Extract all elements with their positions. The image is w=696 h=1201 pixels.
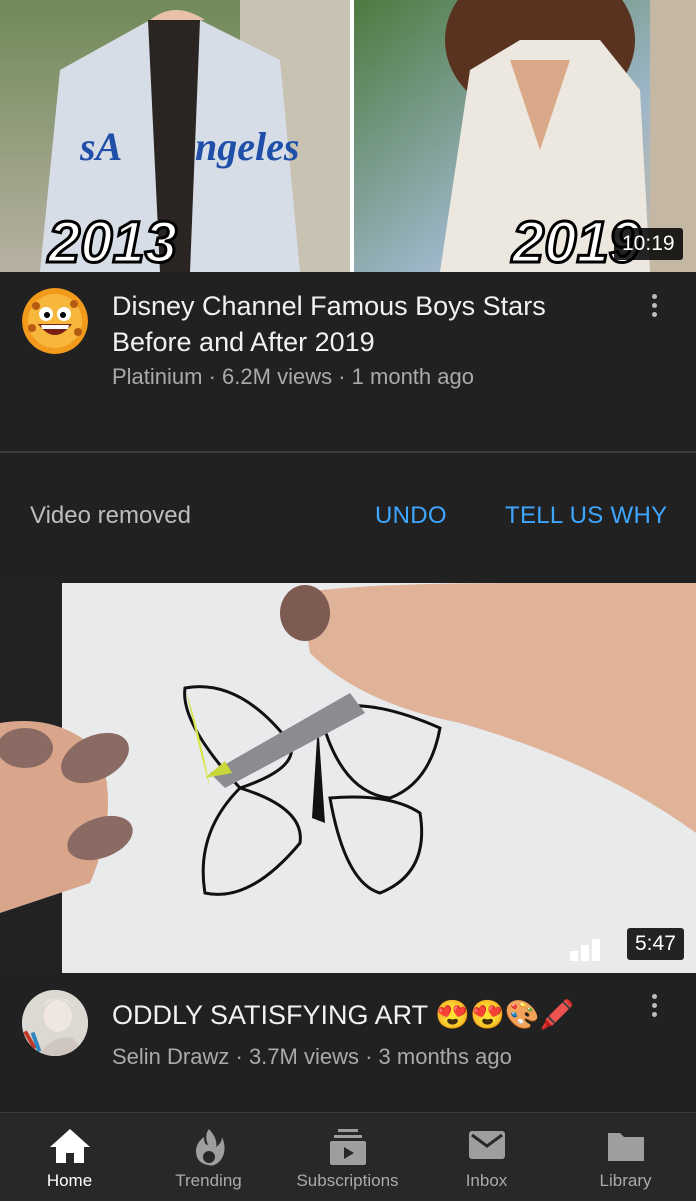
nav-home[interactable]: Home bbox=[0, 1113, 139, 1201]
svg-text:ngeles: ngeles bbox=[195, 124, 299, 169]
video-title[interactable]: ODDLY SATISFYING ART 😍😍🎨🖍️ bbox=[112, 997, 632, 1033]
undo-button[interactable]: UNDO bbox=[375, 502, 447, 530]
view-count: 6.2M views bbox=[222, 364, 333, 389]
smiley-face-icon bbox=[22, 288, 88, 354]
home-icon bbox=[49, 1129, 90, 1163]
view-count: 3.7M views bbox=[248, 1044, 359, 1069]
video-thumbnail-disney[interactable]: sA ngeles 2013 2019 10:19 bbox=[0, 0, 696, 272]
svg-text:sA: sA bbox=[79, 124, 122, 169]
tell-us-why-button[interactable]: TELL US WHY bbox=[505, 502, 667, 530]
nav-label: Home bbox=[46, 1171, 93, 1190]
thumbnail-image-art bbox=[0, 583, 696, 973]
bottom-navigation: Home Trending Subscriptions Inbox Librar… bbox=[0, 1112, 696, 1201]
folder-icon bbox=[607, 1133, 644, 1161]
more-options-icon[interactable] bbox=[652, 994, 662, 1021]
more-options-icon[interactable] bbox=[652, 294, 662, 321]
flame-icon bbox=[195, 1129, 225, 1166]
nav-label: Trending bbox=[175, 1171, 242, 1190]
nav-label: Subscriptions bbox=[296, 1171, 399, 1190]
thumbnail-year-left: 2013 bbox=[47, 210, 177, 272]
video-metadata: Selin Drawz · 3.7M views · 3 months ago bbox=[112, 1044, 512, 1070]
nav-label: Library bbox=[599, 1171, 652, 1190]
subscriptions-icon bbox=[329, 1129, 366, 1165]
upload-age: 1 month ago bbox=[351, 364, 474, 389]
nav-label: Inbox bbox=[465, 1171, 508, 1190]
nav-library[interactable]: Library bbox=[556, 1113, 695, 1201]
video-duration: 5:47 bbox=[627, 928, 684, 960]
meta-separator: · bbox=[229, 1044, 249, 1069]
nav-inbox[interactable]: Inbox bbox=[417, 1113, 556, 1201]
video-title-text: ODDLY SATISFYING ART bbox=[112, 1000, 428, 1030]
nav-trending[interactable]: Trending bbox=[139, 1113, 278, 1201]
signal-bars-icon bbox=[570, 935, 608, 961]
channel-avatar[interactable] bbox=[22, 990, 88, 1056]
thumbnail-image-disney: sA ngeles 2013 2019 bbox=[0, 0, 696, 272]
nav-subscriptions[interactable]: Subscriptions bbox=[278, 1113, 417, 1201]
meta-separator: · bbox=[332, 364, 352, 389]
video-removed-message: Video removed bbox=[30, 502, 191, 529]
video-thumbnail-art[interactable]: 5:47 bbox=[0, 583, 696, 973]
video-metadata: Platinium · 6.2M views · 1 month ago bbox=[112, 364, 474, 390]
section-divider bbox=[0, 451, 696, 453]
title-emojis: 😍😍🎨🖍️ bbox=[435, 999, 575, 1030]
video-duration: 10:19 bbox=[614, 228, 683, 260]
mail-icon bbox=[468, 1131, 505, 1159]
channel-name[interactable]: Platinium bbox=[112, 364, 202, 389]
meta-separator: · bbox=[202, 364, 223, 389]
video-title[interactable]: Disney Channel Famous Boys Stars Before … bbox=[112, 288, 612, 360]
channel-avatar-image bbox=[22, 990, 88, 1056]
meta-separator: · bbox=[358, 1044, 379, 1069]
channel-avatar[interactable] bbox=[22, 288, 88, 354]
upload-age: 3 months ago bbox=[378, 1044, 512, 1069]
channel-name[interactable]: Selin Drawz bbox=[112, 1044, 229, 1069]
